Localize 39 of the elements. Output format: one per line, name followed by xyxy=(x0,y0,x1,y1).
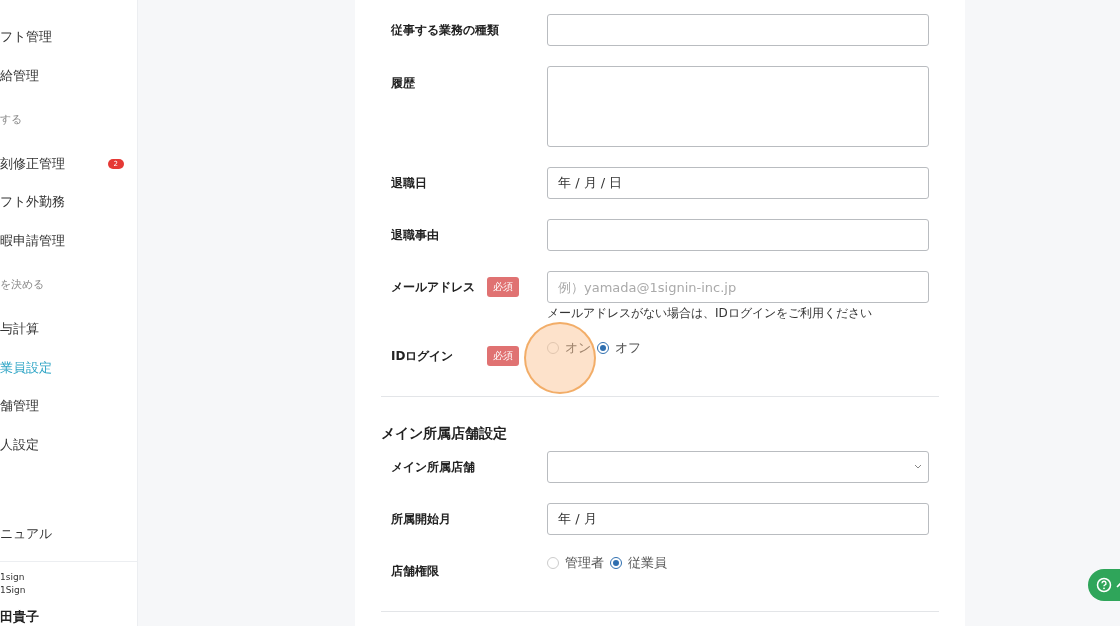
text-field[interactable]: 例）yamada@1signin-inc.jp xyxy=(547,271,929,303)
nav-link[interactable]: 舗管理 xyxy=(0,397,39,416)
field-label: メイン所属店舗 xyxy=(391,458,476,476)
help-icon xyxy=(1096,577,1112,593)
text-area[interactable] xyxy=(547,66,929,147)
field-label: 退職日 xyxy=(391,174,428,192)
nav-link[interactable]: ニュアル xyxy=(0,524,52,543)
text-field[interactable]: 年 / 月 xyxy=(547,503,929,535)
radio-option[interactable]: 従業員 xyxy=(610,554,667,572)
field-label: IDログイン xyxy=(391,347,455,365)
field-label: 所属開始月 xyxy=(391,510,452,528)
nav-link[interactable]: フト管理 xyxy=(0,28,52,47)
field-label: 退職事由 xyxy=(391,226,440,244)
select-field[interactable] xyxy=(547,451,929,483)
required-tag: 必須 xyxy=(487,277,519,297)
workspace-name: 1Sign xyxy=(0,584,27,595)
text-field[interactable] xyxy=(547,14,929,46)
nav-link[interactable]: 与計算 xyxy=(0,320,39,338)
required-tag: 必須 xyxy=(487,346,519,366)
section-title: メイン所属店舗設定 xyxy=(381,425,508,443)
field-label: 店舗権限 xyxy=(391,562,440,580)
nav-link[interactable]: フト外勤務 xyxy=(0,193,65,212)
field-label: 従事する業務の種類 xyxy=(391,21,499,39)
nav-link[interactable]: 刻修正管理 xyxy=(0,154,65,173)
radio-option[interactable]: 管理者 xyxy=(547,554,604,572)
field-label: 履歴 xyxy=(391,75,416,92)
nav-link[interactable]: 暇申請管理 xyxy=(0,232,65,250)
nav-link[interactable]: 給管理 xyxy=(0,66,39,85)
nav-link[interactable]: 人設定 xyxy=(0,435,39,454)
company-name: 1sign xyxy=(0,571,26,582)
field-hint: メールアドレスがない場合は、IDログインをご利用ください xyxy=(547,306,873,320)
radio-option[interactable]: オフ xyxy=(597,339,641,357)
chevron-down-icon xyxy=(914,464,922,470)
user-name: 田貴子 xyxy=(0,607,40,626)
text-field[interactable]: 年 / 月 / 日 xyxy=(547,167,929,199)
nav-section-title: する xyxy=(0,112,23,129)
text-field[interactable] xyxy=(547,219,929,251)
field-label: メールアドレス xyxy=(391,278,476,296)
nav-section-title: を決める xyxy=(0,277,45,294)
